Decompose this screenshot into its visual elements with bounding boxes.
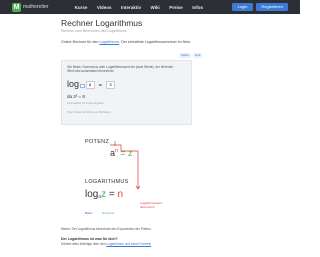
- intro-prefix: Online-Rechner für den: [61, 40, 100, 44]
- page-title: Rechner Logarithmus: [61, 18, 143, 28]
- nav-item-infos[interactable]: Infos: [192, 5, 203, 10]
- logarithm-diagram: POTENZ an = z LOGARITHMUS logaz = n Basi…: [80, 137, 190, 227]
- login-button[interactable]: Login: [231, 3, 254, 11]
- log-symbol: log: [67, 79, 80, 89]
- calculator-panel: Gib Basis, Nummerus oder Logarithmuswert…: [61, 60, 192, 125]
- share-row: Teilen Link: [179, 53, 204, 58]
- result-formula: da 2³ = 8: [67, 94, 85, 99]
- result-input[interactable]: [106, 81, 116, 89]
- auth-buttons: Login Registrieren: [231, 3, 288, 11]
- page-subtitle: Rechner zum Berechnen des Logarithmus: [61, 29, 127, 33]
- nav-item-videos[interactable]: Videos: [97, 5, 112, 10]
- nav-item-preise[interactable]: Preise: [169, 5, 183, 10]
- intro-link[interactable]: Logarithmus: [99, 40, 119, 44]
- nav-item-interaktiv[interactable]: Interaktiv: [121, 5, 141, 10]
- base-input[interactable]: [79, 84, 85, 88]
- arrow-key-hint: Tipp: Ändere die Werte per Pfeiltasten.: [67, 111, 112, 114]
- register-button[interactable]: Registrieren: [256, 3, 288, 11]
- diagram-caption: Merke: Der Logarithmus berechnet den Exp…: [61, 227, 152, 231]
- exponent-arrow: [110, 144, 122, 151]
- top-navigation-bar: M matheretter Kurse Videos Interaktiv Wi…: [0, 0, 300, 14]
- logarithmus-label: LOGARITHMUS: [85, 179, 129, 185]
- log-word: log: [85, 189, 99, 200]
- intro-suffix: . Der schnellste Logarithmusrechner im N…: [119, 40, 192, 44]
- numerus-label: Numerus: [102, 211, 115, 215]
- faq-answer: Erfahre alles Wichtige über den Logarith…: [61, 242, 151, 246]
- page-header: Rechner Logarithmus Rechner zum Berechne…: [61, 18, 239, 44]
- numerus-input[interactable]: [85, 81, 95, 89]
- share-button[interactable]: Teilen: [179, 53, 191, 58]
- logo-icon: M: [12, 2, 21, 12]
- logwert-label: Logarithmuswert (Exponent): [140, 201, 163, 209]
- faq-question: Der Logarithmus ist was für dich?: [61, 237, 118, 241]
- calculator-instructions: Gib Basis, Nummerus oder Logarithmuswert…: [67, 65, 174, 74]
- logarithm-equation: logaz = n: [85, 189, 123, 200]
- log-result: n: [117, 189, 124, 200]
- decimal-note: Dezimalzahl mit Punkt eingeben.: [67, 102, 105, 105]
- log-equals: =: [106, 189, 118, 200]
- logo-text: matheretter: [23, 4, 49, 10]
- basis-label: Basis: [85, 211, 93, 215]
- site-logo[interactable]: M matheretter: [12, 2, 49, 12]
- faq-answer-link[interactable]: Logarithmus und seine Formeln: [106, 242, 151, 246]
- link-button[interactable]: Link: [192, 53, 203, 58]
- faq-answer-prefix: Erfahre alles Wichtige über den: [61, 242, 107, 246]
- calculator-equation: log =: [67, 79, 116, 89]
- nav-item-kurse[interactable]: Kurse: [75, 5, 88, 10]
- intro-text: Online-Rechner für den Logarithmus. Der …: [61, 40, 239, 44]
- nav-item-wiki[interactable]: Wiki: [151, 5, 160, 10]
- main-nav: Kurse Videos Interaktiv Wiki Preise Info…: [75, 5, 213, 10]
- equals-sign: =: [98, 83, 103, 89]
